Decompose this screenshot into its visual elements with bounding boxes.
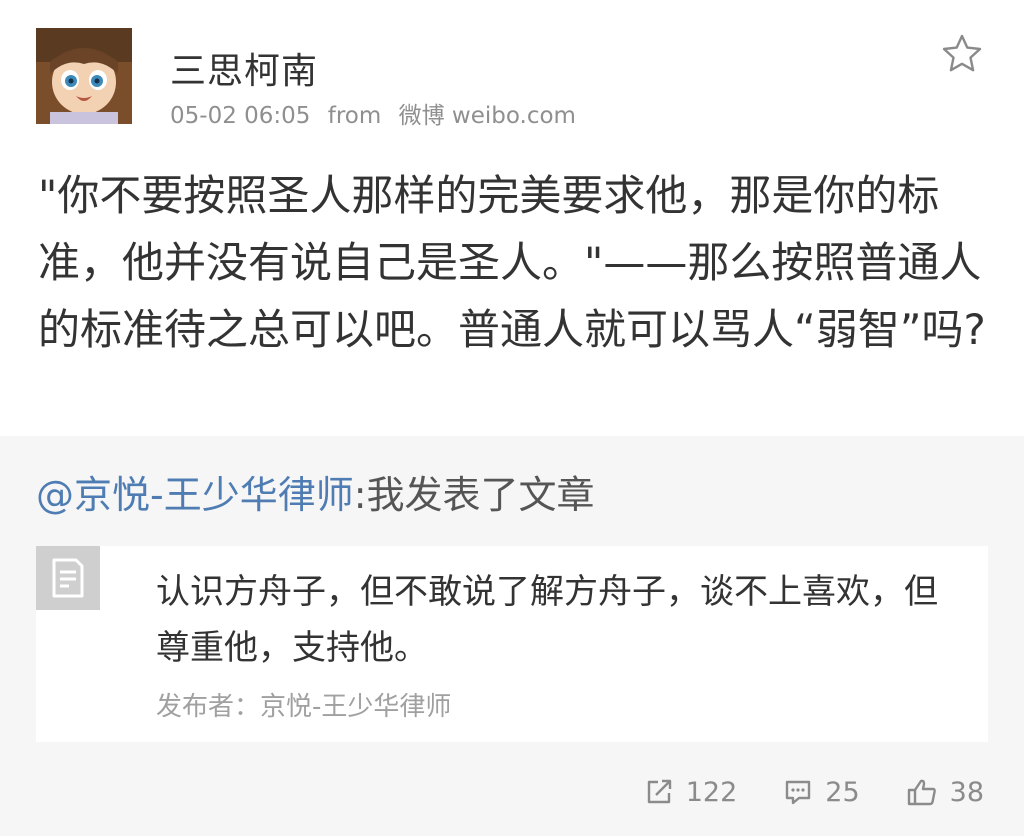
post-timestamp: 05-02 06:05: [170, 103, 311, 129]
repost-count: 122: [685, 776, 738, 808]
article-excerpt: 认识方舟子，但不敢说了解方舟子，谈不上喜欢，但尊重他，支持他。: [156, 572, 938, 668]
article-publisher: 发布者：京悦-王少华律师: [156, 692, 452, 722]
article-thumbnail: [36, 546, 100, 610]
comment-icon: [786, 780, 811, 805]
comment-count: 25: [825, 776, 860, 808]
author-name[interactable]: 三思柯南: [170, 42, 318, 94]
share-icon: [647, 779, 671, 804]
avatar-image: [36, 28, 132, 124]
post-text: "你不要按照圣人那样的完美要求他，那是你的标准，他并没有说自己是圣人。"——那么…: [38, 171, 986, 354]
action-bar: 122 25 38: [598, 774, 984, 810]
like-button[interactable]: 38: [906, 777, 984, 808]
repost-text: :我发表了文章: [353, 473, 595, 517]
star-icon: [942, 34, 982, 72]
post-meta: 05-02 06:05 from 微博 weibo.com: [170, 96, 586, 130]
source-prefix: from: [327, 103, 382, 129]
comment-button[interactable]: 25: [783, 776, 860, 808]
repost-header: @京悦-王少华律师:我发表了文章: [36, 464, 595, 519]
mention-link[interactable]: @京悦-王少华律师: [36, 473, 354, 517]
avatar[interactable]: [36, 28, 132, 124]
reposted-content[interactable]: @京悦-王少华律师:我发表了文章 认识方舟子，但不敢说了解方舟子，谈不上喜欢，但…: [0, 436, 1024, 836]
document-icon: [52, 558, 84, 598]
like-count: 38: [949, 776, 984, 808]
favorite-button[interactable]: [940, 32, 984, 76]
thumbs-up-icon: [907, 779, 936, 806]
article-card[interactable]: 认识方舟子，但不敢说了解方舟子，谈不上喜欢，但尊重他，支持他。 发布者：京悦-王…: [36, 546, 988, 742]
repost-button[interactable]: 122: [644, 776, 738, 808]
post-source: 微博 weibo.com: [398, 103, 576, 129]
